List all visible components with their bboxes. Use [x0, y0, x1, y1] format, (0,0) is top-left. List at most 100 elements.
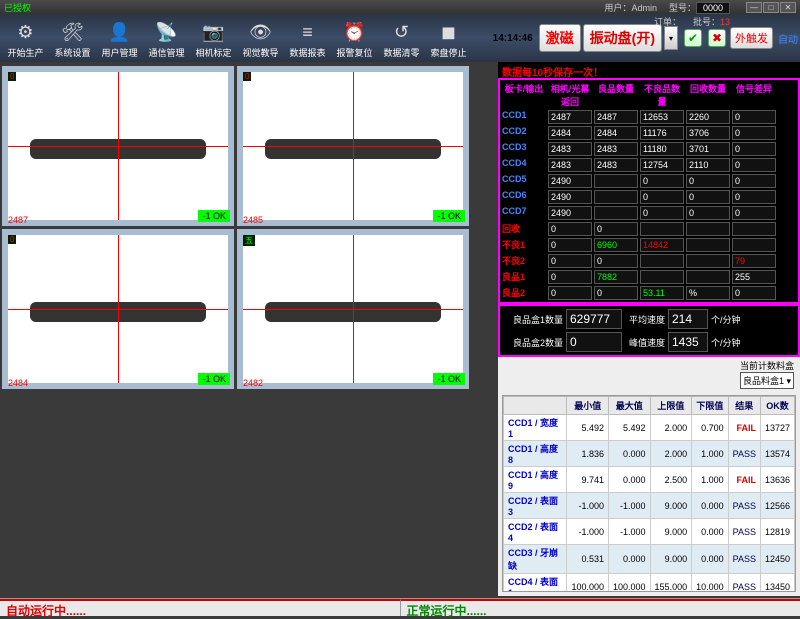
stats-cell: 0 [548, 254, 592, 268]
curbox-select[interactable]: 良品料盒1 ▾ [740, 372, 794, 389]
results-header: 最大值 [609, 397, 651, 415]
stats-cell: 回收 [502, 222, 546, 236]
toolbar-icon: 📡 [153, 20, 181, 46]
results-row[interactable]: CCD3 / 牙崩缺0.5310.0009.0000.000PASS12450 [504, 545, 795, 574]
stats-cell: 回收数量 [686, 82, 730, 108]
stats-cell: 不良1 [502, 238, 546, 252]
results-cell: 0.000 [609, 467, 651, 493]
stats-cell: 14842 [640, 238, 684, 252]
stats-cell: 板卡/输出 [502, 82, 546, 108]
stats-cell: 0 [548, 270, 592, 284]
results-cell: 1.836 [567, 441, 609, 467]
vibration-dropdown[interactable]: ▾ [664, 26, 678, 50]
results-header: 上限值 [650, 397, 692, 415]
toolbar-4[interactable]: 📷相机标定 [190, 18, 237, 59]
stats-cell: 良品2 [502, 286, 546, 300]
cam-ok-badge: -1 OK [198, 373, 230, 385]
minimize-button[interactable]: — [746, 2, 762, 13]
toolbar-6[interactable]: ≡数据报表 [284, 18, 331, 59]
stats-cell: 2483 [594, 158, 638, 172]
summary-panel: 良品盒1数量 629777 平均速度 214 个/分钟 良品盒2数量 0 峰值速… [498, 304, 800, 357]
stats-cell: 0 [594, 222, 638, 236]
stats-cell: 0 [548, 238, 592, 252]
batch-value: 13 [720, 17, 730, 27]
results-cell: 155.000 [650, 574, 692, 593]
toolbar-8[interactable]: ↺数据清零 [378, 18, 425, 59]
stats-cell: 0 [640, 174, 684, 188]
results-cell: CCD2 / 表面4 [504, 519, 567, 545]
results-table[interactable]: 最小值最大值上限值下限值结果OK数CCD1 / 宽度15.4925.4922.0… [502, 395, 796, 592]
toolbar-label: 报警复位 [336, 46, 372, 59]
cam-ok-badge: -1 OK [433, 210, 465, 222]
results-row[interactable]: CCD1 / 高度99.7410.0002.5001.000FAIL13636 [504, 467, 795, 493]
vibration-button[interactable]: 振动盘(开) [583, 24, 662, 52]
camera-image [243, 72, 463, 220]
peakspd-value: 1435 [668, 332, 708, 352]
results-header: 最小值 [567, 397, 609, 415]
toolbar-icon: 👤 [106, 20, 134, 46]
results-row[interactable]: CCD1 / 高度81.8360.0002.0001.000PASS13574 [504, 441, 795, 467]
camera-image [243, 235, 463, 383]
maximize-button[interactable]: □ [763, 2, 779, 13]
stats-cell: 2487 [594, 110, 638, 124]
camera-view-3[interactable]: 02484-1 OK [2, 229, 234, 389]
order-label: 订单： [654, 17, 681, 27]
toolbar-3[interactable]: 📡通信管理 [143, 18, 190, 59]
toolbar-1[interactable]: 🛠系统设置 [49, 18, 96, 59]
results-row[interactable]: CCD1 / 宽度15.4925.4922.0000.700FAIL13727 [504, 415, 795, 441]
stats-cell: 不良2 [502, 254, 546, 268]
cam-ok-badge: -1 OK [433, 373, 465, 385]
toolbar-icon: ↺ [388, 20, 416, 46]
results-cell: 12566 [760, 493, 794, 519]
toolbar-9[interactable]: ◼索盘停止 [425, 18, 472, 59]
results-cell: 5.492 [609, 415, 651, 441]
top-info: 用户：Admin 型号：0000 [604, 0, 730, 14]
confirm-button[interactable]: ✔ [684, 29, 702, 47]
toolbar-0[interactable]: ⚙开始生产 [2, 18, 49, 59]
results-cell: 12450 [760, 545, 794, 574]
toolbar-7[interactable]: ⏰报警复位 [331, 18, 378, 59]
stats-cell: 2483 [548, 158, 592, 172]
camera-grid: 02487-1 OK02485-1 OK02484-1 OK五2482-1 OK [0, 62, 498, 393]
results-row[interactable]: CCD2 / 表面4-1.000-1.0009.0000.000PASS1281… [504, 519, 795, 545]
toolbar-5[interactable]: 👁视觉教导 [237, 18, 284, 59]
stats-cell: 良品数量 [594, 82, 638, 108]
user-label: 用户： [604, 3, 631, 13]
model-label: 型号： [669, 3, 696, 13]
cancel-btn[interactable]: ✖ [708, 29, 726, 47]
stats-cell [640, 222, 684, 236]
camera-view-2[interactable]: 02485-1 OK [237, 66, 469, 226]
stats-cell: 0 [686, 174, 730, 188]
save-banner: 数据每10秒保存一次！ [498, 62, 800, 78]
jici-button[interactable]: 激磁 [539, 24, 581, 52]
results-cell: 1.000 [692, 441, 729, 467]
close-button[interactable]: ✕ [780, 2, 796, 13]
stats-cell: 0 [732, 286, 776, 300]
toolbar-label: 系统设置 [54, 46, 90, 59]
trigger-button[interactable]: 外触发 [730, 27, 773, 49]
stats-cell [686, 270, 730, 284]
results-row[interactable]: CCD2 / 表面3-1.000-1.0009.0000.000PASS1256… [504, 493, 795, 519]
cam-counter: 2482 [243, 378, 263, 388]
results-cell: -1.000 [609, 493, 651, 519]
status-bar: 自动运行中...... 正常运行中...... [0, 598, 800, 616]
stats-cell [594, 206, 638, 220]
results-row[interactable]: CCD4 / 表面1100.000100.000155.00010.000PAS… [504, 574, 795, 593]
cam-topleft: 0 [8, 235, 16, 244]
results-cell: 13574 [760, 441, 794, 467]
camera-view-4[interactable]: 五2482-1 OK [237, 229, 469, 389]
stats-cell: 0 [686, 206, 730, 220]
stats-cell: 2490 [548, 190, 592, 204]
stats-cell [686, 254, 730, 268]
results-cell: FAIL [728, 415, 760, 441]
results-cell: 2.500 [650, 467, 692, 493]
camera-view-1[interactable]: 02487-1 OK [2, 66, 234, 226]
results-cell: 9.000 [650, 493, 692, 519]
toolbar-2[interactable]: 👤用户管理 [96, 18, 143, 59]
results-cell: 0.000 [692, 519, 729, 545]
results-cell: 0.000 [692, 493, 729, 519]
stats-cell [686, 222, 730, 236]
batch-label: 批号： [693, 17, 720, 27]
stats-cell: 6960 [594, 238, 638, 252]
stats-cell: CCD4 [502, 158, 546, 172]
